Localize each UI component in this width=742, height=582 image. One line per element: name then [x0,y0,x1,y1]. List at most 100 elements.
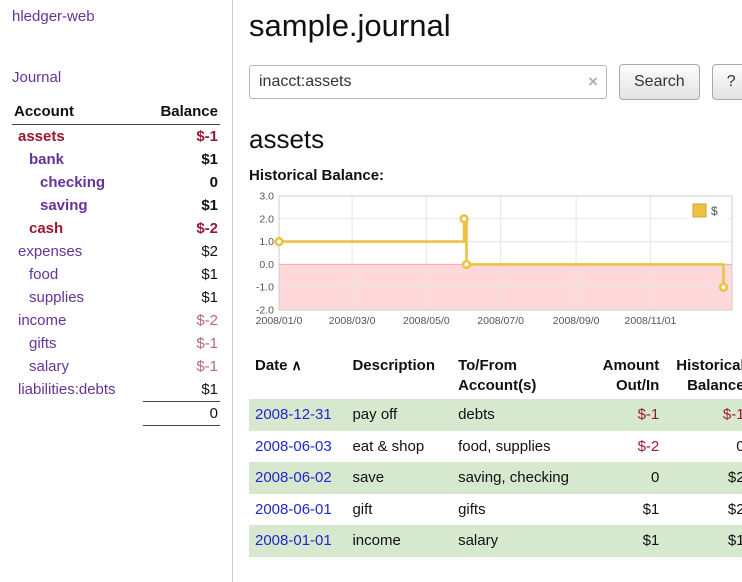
transaction-date-link[interactable]: 2008-06-01 [255,501,332,518]
account-balance: 0 [143,171,220,194]
account-name-cell: saving [12,194,143,217]
transaction-date-link[interactable]: 2008-06-03 [255,438,332,455]
register-description-cell: eat & shop [346,431,452,463]
account-link[interactable]: salary [29,358,69,375]
register-accounts-cell: debts [452,399,586,431]
account-name-cell: bank [12,148,143,171]
account-name-cell: cash [12,217,143,240]
date-column-label: Date [255,357,288,374]
account-name-cell: expenses [12,240,143,263]
account-balance: $1 [143,286,220,309]
account-name-cell: supplies [12,286,143,309]
account-link[interactable]: supplies [29,289,84,306]
account-link[interactable]: income [18,312,66,329]
register-balance-cell: $1 [665,525,742,557]
register-date-cell: 2008-12-31 [249,399,346,431]
account-row: liabilities:debts $1 [12,378,220,402]
search-box: × [249,65,607,99]
account-balance: $1 [143,148,220,171]
register-row: 2008-06-03 eat & shopfood, supplies$-20 [249,431,742,463]
account-row: saving $1 [12,194,220,217]
register-balance-cell: $-1 [665,399,742,431]
account-row: cash$-2 [12,217,220,240]
transaction-date-link[interactable]: 2008-12-31 [255,406,332,423]
accounts-total-row: 0 [12,402,220,426]
transaction-date-link[interactable]: 2008-01-01 [255,532,332,549]
app-title-link[interactable]: hledger-web [12,8,220,25]
account-row: checking 0 [12,171,220,194]
register-header-accounts: To/From Account(s) [452,352,586,399]
register-accounts-cell: food, supplies [452,431,586,463]
register-row: 2008-06-01giftgifts$1$2 [249,494,742,526]
register-description-cell: income [346,525,452,557]
register-header-balance: Historical Balance [665,352,742,399]
accounts-header-balance: Balance [143,100,220,125]
account-link[interactable]: assets [18,128,65,145]
search-bar: × Search ? [249,64,742,100]
account-row: assets $-1 [12,125,220,149]
account-row: salary $-1 [12,355,220,378]
account-row: gifts $-1 [12,332,220,355]
account-link[interactable]: cash [29,220,63,237]
account-heading: assets [249,124,742,155]
chart-section-label: Historical Balance: [249,167,742,184]
sidebar-item-journal[interactable]: Journal [12,69,220,86]
account-name-cell: assets [12,125,143,149]
svg-text:-1.0: -1.0 [256,282,274,294]
account-link[interactable]: checking [40,174,105,191]
register-description-cell: pay off [346,399,452,431]
svg-text:0.0: 0.0 [259,259,274,271]
clear-search-icon[interactable]: × [588,73,598,90]
svg-text:2008/05/0: 2008/05/0 [403,315,450,327]
account-balance: $-1 [143,355,220,378]
account-name-cell: food [12,263,143,286]
account-balance: $1 [143,378,220,402]
legend-label: $ [711,204,718,218]
historical-balance-chart: 3.02.01.00.0-1.0-2.02008/01/02008/03/020… [249,190,736,332]
transaction-date-link[interactable]: 2008-06-02 [255,469,332,486]
account-link[interactable]: expenses [18,243,82,260]
register-balance-cell: $2 [665,462,742,494]
search-button[interactable]: Search [619,64,700,100]
help-button[interactable]: ? [712,64,742,100]
register-amount-cell: $-1 [586,399,665,431]
account-name-cell: income [12,309,143,332]
account-balance: $1 [143,194,220,217]
account-balance: $-1 [143,332,220,355]
account-link[interactable]: liabilities:debts [18,381,116,398]
account-link[interactable]: gifts [29,335,57,352]
account-name-cell: checking [12,171,143,194]
register-description-cell: gift [346,494,452,526]
account-name-cell: gifts [12,332,143,355]
svg-text:3.0: 3.0 [259,191,274,203]
svg-text:2.0: 2.0 [259,213,274,225]
accounts-total-value: 0 [143,402,220,426]
register-accounts-cell: salary [452,525,586,557]
account-link[interactable]: bank [29,151,64,168]
register-table: Date∧ Description To/From Account(s) Amo… [249,352,742,557]
search-input[interactable] [249,65,607,99]
account-name-cell: liabilities:debts [12,378,143,402]
accounts-header-account: Account [12,100,143,125]
svg-text:2008/07/0: 2008/07/0 [477,315,524,327]
register-amount-cell: $1 [586,525,665,557]
account-link[interactable]: food [29,266,58,283]
register-balance-cell: 0 [665,431,742,463]
legend-swatch [693,204,706,217]
account-link[interactable]: saving [40,197,88,214]
account-balance: $-1 [143,125,220,149]
register-row: 2008-06-02savesaving, checking0$2 [249,462,742,494]
main-content: sample.journal × Search ? assets Histori… [233,0,742,582]
register-header-date[interactable]: Date∧ [249,352,346,399]
register-date-cell: 2008-06-02 [249,462,346,494]
svg-text:2008/01/0: 2008/01/0 [256,315,303,327]
svg-text:1.0: 1.0 [259,236,274,248]
register-date-cell: 2008-06-01 [249,494,346,526]
account-balance: $1 [143,263,220,286]
app: hledger-web Journal Account Balance asse… [0,0,742,582]
svg-text:2008/11/01: 2008/11/01 [625,315,677,327]
register-row: 2008-12-31pay offdebts$-1$-1 [249,399,742,431]
account-row: supplies $1 [12,286,220,309]
register-description-cell: save [346,462,452,494]
register-amount-cell: $-2 [586,431,665,463]
